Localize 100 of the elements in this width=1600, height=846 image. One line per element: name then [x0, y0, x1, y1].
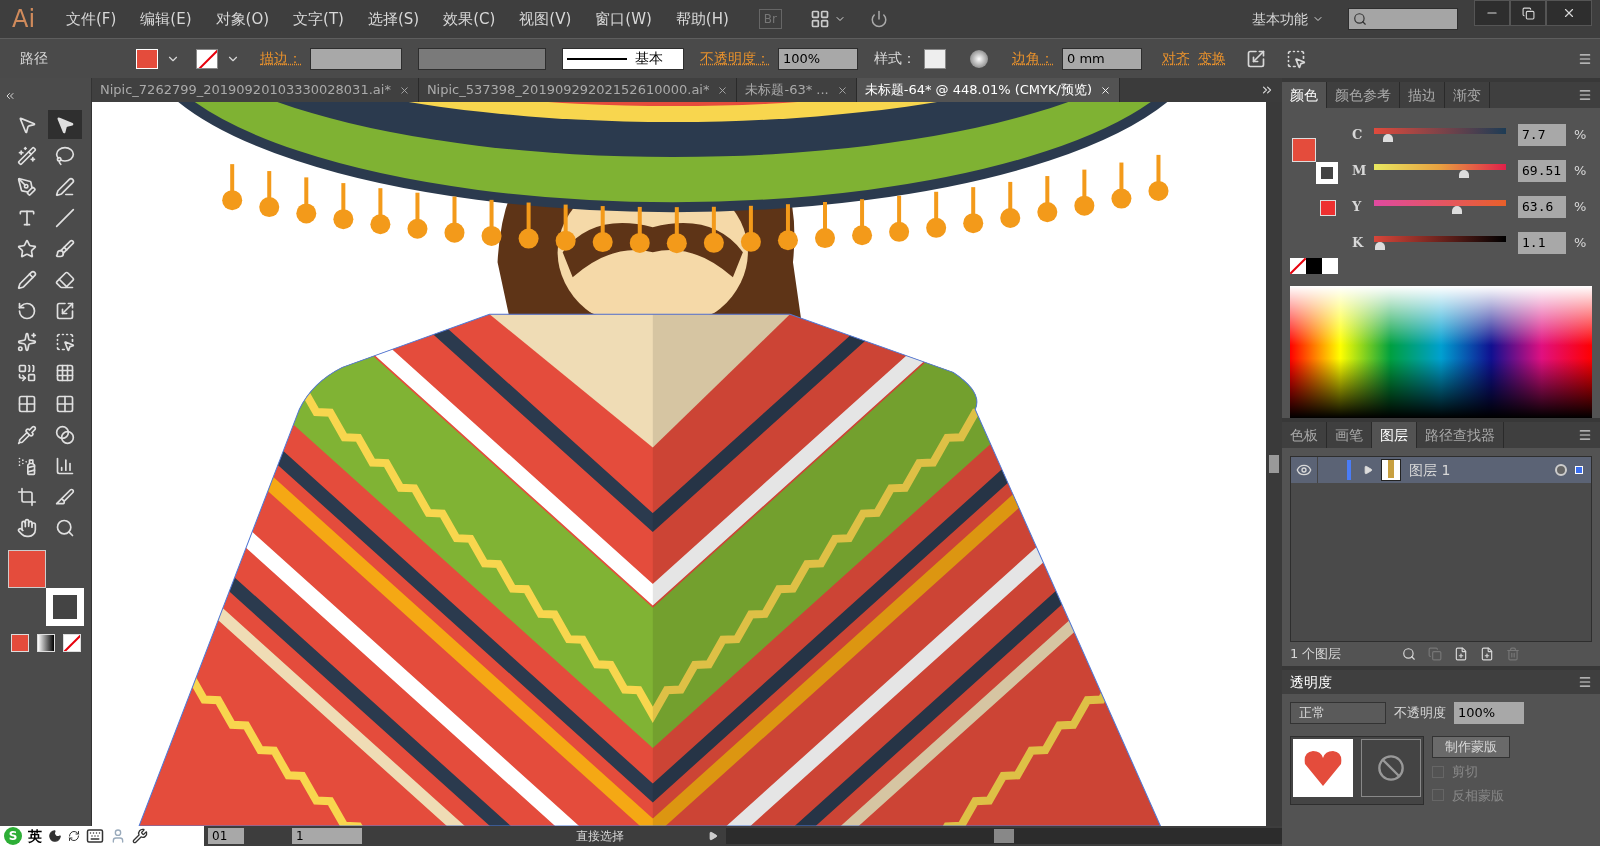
mesh-grid-icon — [16, 393, 37, 414]
menu-item[interactable]: 编辑(E) — [130, 7, 202, 31]
target-icon[interactable] — [1555, 464, 1567, 476]
variable-width-dropdown[interactable] — [418, 47, 546, 70]
menu-item[interactable]: 对象(O) — [205, 7, 280, 31]
search-field[interactable] — [1348, 8, 1458, 30]
fill-swatch[interactable] — [1292, 138, 1316, 162]
close-icon[interactable] — [717, 84, 729, 96]
mask-thumbnail[interactable] — [1361, 739, 1421, 797]
collapse-icon[interactable] — [4, 90, 16, 102]
opacity-label[interactable]: 不透明度： — [700, 48, 770, 69]
panel-tab[interactable]: 图层 — [1372, 422, 1417, 448]
none-mode-button[interactable] — [62, 634, 81, 652]
fill-swatch[interactable] — [7, 550, 46, 588]
crop-icon — [16, 486, 37, 507]
menu-item[interactable]: 视图(V) — [509, 7, 582, 31]
channel-label: C — [1352, 126, 1364, 145]
vertical-scrollbar[interactable] — [1266, 102, 1282, 826]
stroke-weight-field[interactable] — [310, 47, 402, 70]
layer-name[interactable]: 图层 1 — [1409, 459, 1555, 481]
stroke-swatch[interactable] — [45, 588, 84, 626]
stroke-label[interactable]: 描边： — [260, 48, 302, 69]
page-field[interactable]: 1 — [292, 828, 362, 844]
horizontal-scrollbar[interactable] — [726, 828, 1282, 844]
moon-icon[interactable] — [48, 829, 62, 843]
channel-value-field[interactable]: 63.6 — [1518, 196, 1566, 218]
panel-menu-icon[interactable] — [1578, 51, 1592, 66]
expand-triangle-icon[interactable] — [1363, 465, 1373, 475]
language-toggle[interactable]: 英 — [28, 825, 42, 846]
menu-item[interactable]: 选择(S) — [357, 7, 430, 31]
panel-tab[interactable]: 渐变 — [1445, 82, 1490, 108]
document-tab[interactable]: Nipic_537398_20190929202152610000.ai* — [418, 78, 738, 102]
channel-value-field[interactable]: 7.7 — [1518, 124, 1566, 146]
panel-tab[interactable]: 描边 — [1400, 82, 1445, 108]
none-swatch[interactable] — [1290, 258, 1306, 274]
align-link[interactable]: 对齐 — [1162, 48, 1190, 69]
close-icon[interactable] — [398, 84, 410, 96]
menu-item[interactable]: 效果(C) — [433, 7, 506, 31]
gradient-mode-button[interactable] — [36, 634, 55, 652]
color-mode-button[interactable] — [10, 634, 29, 652]
menu-item[interactable]: 窗口(W) — [585, 7, 662, 31]
keyboard-icon[interactable] — [86, 827, 104, 845]
visibility-icon[interactable] — [1296, 462, 1312, 478]
opacity-field[interactable]: 100% — [778, 47, 858, 70]
slider-thumb[interactable] — [1451, 206, 1462, 214]
panel-tab[interactable]: 路径查找器 — [1417, 422, 1504, 448]
slider-thumb[interactable] — [1383, 134, 1394, 142]
document-tab[interactable]: 未标题-63* ... — [737, 78, 857, 102]
panel-tab[interactable]: 颜色 — [1282, 82, 1327, 108]
style-swatch[interactable] — [924, 48, 946, 69]
magnifier-icon — [54, 517, 75, 538]
channel-value-field[interactable]: 69.51 — [1518, 160, 1566, 182]
workspace-switcher[interactable]: 基本功能 — [1252, 8, 1308, 30]
new-layer-icon[interactable] — [1480, 647, 1494, 661]
tool-button[interactable] — [47, 110, 82, 139]
slider-thumb[interactable] — [1375, 242, 1386, 250]
settings-icon[interactable] — [132, 828, 148, 844]
layer-row[interactable]: 图层 1 — [1291, 457, 1591, 483]
more-tabs-icon[interactable] — [1260, 83, 1274, 97]
panel-tab[interactable]: 颜色参考 — [1327, 82, 1400, 108]
make-mask-button[interactable]: 制作蒙版 — [1432, 736, 1510, 758]
corner-field[interactable]: 0 mm — [1062, 47, 1142, 70]
document-tab[interactable]: Nipic_7262799_20190920103330028031.ai* — [92, 78, 419, 102]
select-similar-icon[interactable] — [1286, 48, 1306, 69]
channel-label: Y — [1352, 198, 1363, 217]
zoom-field[interactable]: 01 — [208, 828, 244, 844]
slider-thumb[interactable] — [1458, 170, 1469, 178]
panel-menu-icon[interactable] — [1578, 88, 1592, 102]
new-sublayer-icon[interactable] — [1454, 647, 1468, 661]
close-icon — [1562, 6, 1576, 20]
transform-link[interactable]: 变换 — [1198, 48, 1226, 69]
corner-label[interactable]: 边角： — [1012, 48, 1054, 69]
search-icon[interactable] — [1402, 647, 1416, 661]
out-of-gamut-swatch[interactable] — [1320, 200, 1336, 216]
stroke-none-swatch[interactable] — [196, 48, 218, 69]
close-button[interactable] — [1546, 0, 1592, 26]
blend-mode-dropdown[interactable]: 正常 — [1290, 702, 1386, 724]
channel-value-field[interactable]: 1.1 — [1518, 232, 1566, 254]
preset-swatch[interactable] — [1322, 258, 1338, 274]
color-spectrum[interactable] — [1290, 286, 1592, 418]
opacity-field[interactable]: 100% — [1454, 702, 1524, 724]
panel-tab[interactable]: 透明度 — [1290, 671, 1332, 693]
no-mask-icon — [1377, 754, 1405, 782]
panel-tab[interactable]: 色板 — [1282, 422, 1327, 448]
panel-menu-icon[interactable] — [1578, 428, 1592, 442]
menu-item[interactable]: 文字(T) — [283, 7, 354, 31]
panel-menu-icon[interactable] — [1578, 675, 1592, 689]
close-icon[interactable] — [1100, 84, 1111, 96]
preset-swatch[interactable] — [1306, 258, 1322, 274]
menu-item[interactable]: 帮助(H) — [665, 7, 739, 31]
close-icon[interactable] — [836, 84, 848, 96]
restore-button[interactable] — [1510, 0, 1546, 26]
stroke-style-dropdown[interactable]: 基本 — [562, 47, 684, 70]
document-tab[interactable]: 未标题-64* @ 448.01% (CMYK/预览) — [856, 78, 1120, 102]
selection-square-icon[interactable] — [1575, 466, 1583, 474]
play-icon[interactable] — [708, 831, 718, 841]
arrange-documents-icon[interactable] — [810, 9, 830, 29]
menu-item[interactable]: 文件(F) — [56, 7, 127, 31]
stroke-swatch[interactable] — [1316, 162, 1338, 184]
sparkles-icon — [16, 331, 37, 352]
